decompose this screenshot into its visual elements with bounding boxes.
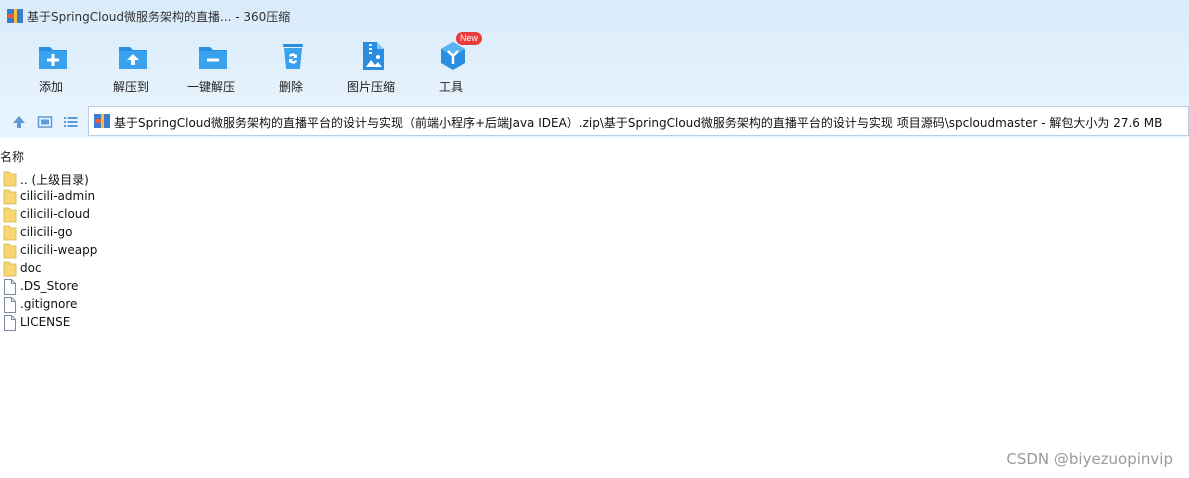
watermark: CSDN @biyezuopinvip [1006,450,1173,468]
image-compress-icon [363,42,384,70]
list-item-label: cilicili-go [20,225,73,239]
list-item[interactable]: cilicili-admin [3,188,303,206]
list-item-parent-folder[interactable]: .. (上级目录) [3,170,303,188]
list-item[interactable]: doc [3,260,303,278]
folder-icon [3,189,17,205]
delete-button[interactable]: 删除 [256,38,326,98]
folder-icon [3,261,17,277]
navigation-row: 基于SpringCloud微服务架构的直播平台的设计与实现（前端小程序+后端Ja… [0,105,1189,139]
one-click-extract-icon [199,47,227,69]
archive-icon [94,114,110,128]
list-item-label: cilicili-admin [20,189,96,203]
list-item[interactable]: .gitignore [3,296,303,314]
list-item-label: doc [20,261,42,275]
tools-label: 工具 [438,80,463,94]
top-panel: 基于SpringCloud微服务架构的直播... - 360压缩 添加 解压到 … [0,0,1189,138]
tools-button[interactable]: New 工具 [416,32,486,98]
extract-to-button[interactable]: 解压到 [96,38,166,98]
add-button[interactable]: 添加 [16,38,86,98]
title-bar: 基于SpringCloud微服务架构的直播... - 360压缩 [0,0,1189,32]
list-item[interactable]: cilicili-weapp [3,242,303,260]
folder-icon [3,171,17,187]
add-label: 添加 [38,80,63,94]
image-compress-button[interactable]: 图片压缩 [336,38,406,98]
folder-icon [3,225,17,241]
delete-icon [283,44,303,69]
archive-path: 基于SpringCloud微服务架构的直播平台的设计与实现（前端小程序+后端Ja… [114,116,1163,130]
list-item-label: cilicili-cloud [20,207,91,221]
file-icon [4,297,16,313]
archive-app-icon [7,9,23,23]
thumbnail-view-icon[interactable] [37,114,53,130]
list-item[interactable]: cilicili-cloud [3,206,303,224]
list-item-label: .DS_Store [20,279,79,293]
list-item-label: cilicili-weapp [20,243,98,257]
folder-icon [3,207,17,223]
list-view-icon[interactable] [63,114,79,130]
folder-icon [3,243,17,259]
column-header-name[interactable]: 名称 [0,148,24,165]
list-item-label: .gitignore [20,297,78,311]
list-item-label: LICENSE [20,315,71,329]
window-title: 基于SpringCloud微服务架构的直播... - 360压缩 [27,10,291,24]
file-icon [4,279,16,295]
delete-label: 删除 [278,80,303,94]
one-click-extract-button[interactable]: 一键解压 [176,38,246,98]
extract-to-icon [119,47,147,69]
image-compress-label: 图片压缩 [346,80,395,94]
file-list: .. (上级目录) cilicili-admin cilicili-cloud … [3,170,303,332]
add-icon [39,47,67,69]
list-item-label: .. (上级目录) [20,173,89,187]
file-icon [4,315,16,331]
extract-to-label: 解压到 [112,80,149,94]
up-arrow-icon[interactable] [11,114,27,130]
list-item[interactable]: cilicili-go [3,224,303,242]
one-click-extract-label: 一键解压 [186,80,235,94]
list-item[interactable]: .DS_Store [3,278,303,296]
address-bar[interactable]: 基于SpringCloud微服务架构的直播平台的设计与实现（前端小程序+后端Ja… [88,106,1189,136]
new-badge: New [456,32,482,45]
list-item[interactable]: LICENSE [3,314,303,332]
